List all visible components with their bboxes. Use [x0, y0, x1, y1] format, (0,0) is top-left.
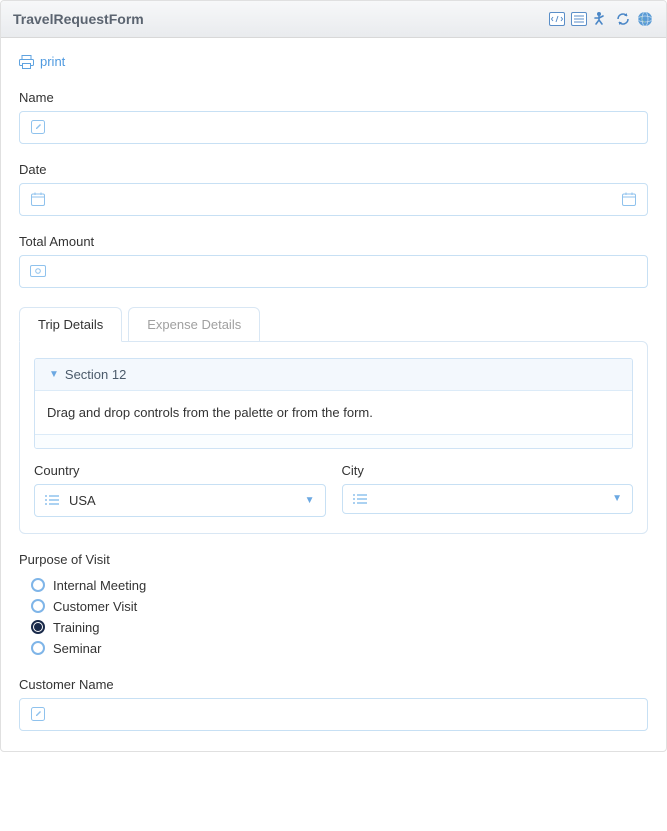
- date-field: Date: [19, 162, 648, 216]
- section-footer: [35, 434, 632, 448]
- radio-icon: [31, 578, 45, 592]
- section-title: Section 12: [65, 367, 126, 382]
- radio-label: Training: [53, 620, 99, 635]
- radio-seminar[interactable]: Seminar: [19, 638, 648, 659]
- city-field: City ▼: [342, 463, 634, 517]
- date-label: Date: [19, 162, 648, 177]
- customer-name-field: Customer Name: [19, 677, 648, 731]
- print-button[interactable]: print: [19, 54, 65, 69]
- chevron-down-icon: ▼: [305, 495, 315, 506]
- tab-row: Trip Details Expense Details: [19, 306, 648, 341]
- name-input[interactable]: [54, 120, 637, 135]
- city-select[interactable]: ▼: [342, 484, 634, 514]
- radio-icon: [31, 599, 45, 613]
- radio-icon: [31, 620, 45, 634]
- date-input[interactable]: [54, 192, 621, 207]
- list-icon: [45, 494, 59, 506]
- tab-trip-details[interactable]: Trip Details: [19, 307, 122, 342]
- radio-customer-visit[interactable]: Customer Visit: [19, 596, 648, 617]
- run-icon[interactable]: [592, 11, 610, 27]
- form-title: TravelRequestForm: [13, 11, 144, 27]
- radio-internal-meeting[interactable]: Internal Meeting: [19, 575, 648, 596]
- radio-training[interactable]: Training: [19, 617, 648, 638]
- tabs-block: Trip Details Expense Details ▼ Section 1…: [19, 306, 648, 534]
- print-row: print: [19, 54, 648, 72]
- header-toolbar: [548, 11, 654, 27]
- country-select[interactable]: USA ▼: [34, 484, 326, 517]
- print-icon: [19, 55, 34, 69]
- print-label: print: [40, 54, 65, 69]
- section-header[interactable]: ▼ Section 12: [35, 359, 632, 391]
- radio-icon: [31, 641, 45, 655]
- edit-icon: [30, 120, 46, 134]
- purpose-label: Purpose of Visit: [19, 552, 648, 567]
- section-hint: Drag and drop controls from the palette …: [35, 391, 632, 434]
- source-icon[interactable]: [548, 11, 566, 27]
- name-label: Name: [19, 90, 648, 105]
- money-icon: [30, 264, 46, 278]
- refresh-icon[interactable]: [614, 11, 632, 27]
- edit-icon: [30, 707, 46, 721]
- name-input-wrap[interactable]: [19, 111, 648, 144]
- total-amount-input-wrap[interactable]: [19, 255, 648, 288]
- radio-label: Internal Meeting: [53, 578, 146, 593]
- country-city-row: Country USA ▼ City: [34, 463, 633, 517]
- country-field: Country USA ▼: [34, 463, 326, 517]
- calendar-picker-icon[interactable]: [621, 192, 637, 206]
- calendar-icon: [30, 192, 46, 206]
- chevron-down-icon: ▼: [612, 493, 622, 504]
- collapse-icon: ▼: [49, 369, 59, 380]
- total-amount-label: Total Amount: [19, 234, 648, 249]
- section-12: ▼ Section 12 Drag and drop controls from…: [34, 358, 633, 449]
- customer-name-label: Customer Name: [19, 677, 648, 692]
- list-icon: [353, 493, 367, 505]
- purpose-field: Purpose of Visit Internal Meeting Custom…: [19, 552, 648, 659]
- tab-panel-trip: ▼ Section 12 Drag and drop controls from…: [19, 341, 648, 534]
- customer-name-input[interactable]: [54, 707, 637, 722]
- total-amount-input[interactable]: [54, 264, 637, 279]
- customer-name-input-wrap[interactable]: [19, 698, 648, 731]
- tab-expense-details[interactable]: Expense Details: [128, 307, 260, 342]
- form-header: TravelRequestForm: [1, 1, 666, 38]
- country-value: USA: [69, 493, 305, 508]
- radio-label: Seminar: [53, 641, 101, 656]
- city-label: City: [342, 463, 634, 478]
- form-container: TravelRequestForm: [0, 0, 667, 752]
- globe-icon[interactable]: [636, 11, 654, 27]
- name-field: Name: [19, 90, 648, 144]
- form-icon[interactable]: [570, 11, 588, 27]
- date-input-wrap[interactable]: [19, 183, 648, 216]
- country-label: Country: [34, 463, 326, 478]
- radio-label: Customer Visit: [53, 599, 137, 614]
- form-body: print Name Date: [1, 38, 666, 751]
- purpose-radio-group: Internal Meeting Customer Visit Training…: [19, 575, 648, 659]
- total-amount-field: Total Amount: [19, 234, 648, 288]
